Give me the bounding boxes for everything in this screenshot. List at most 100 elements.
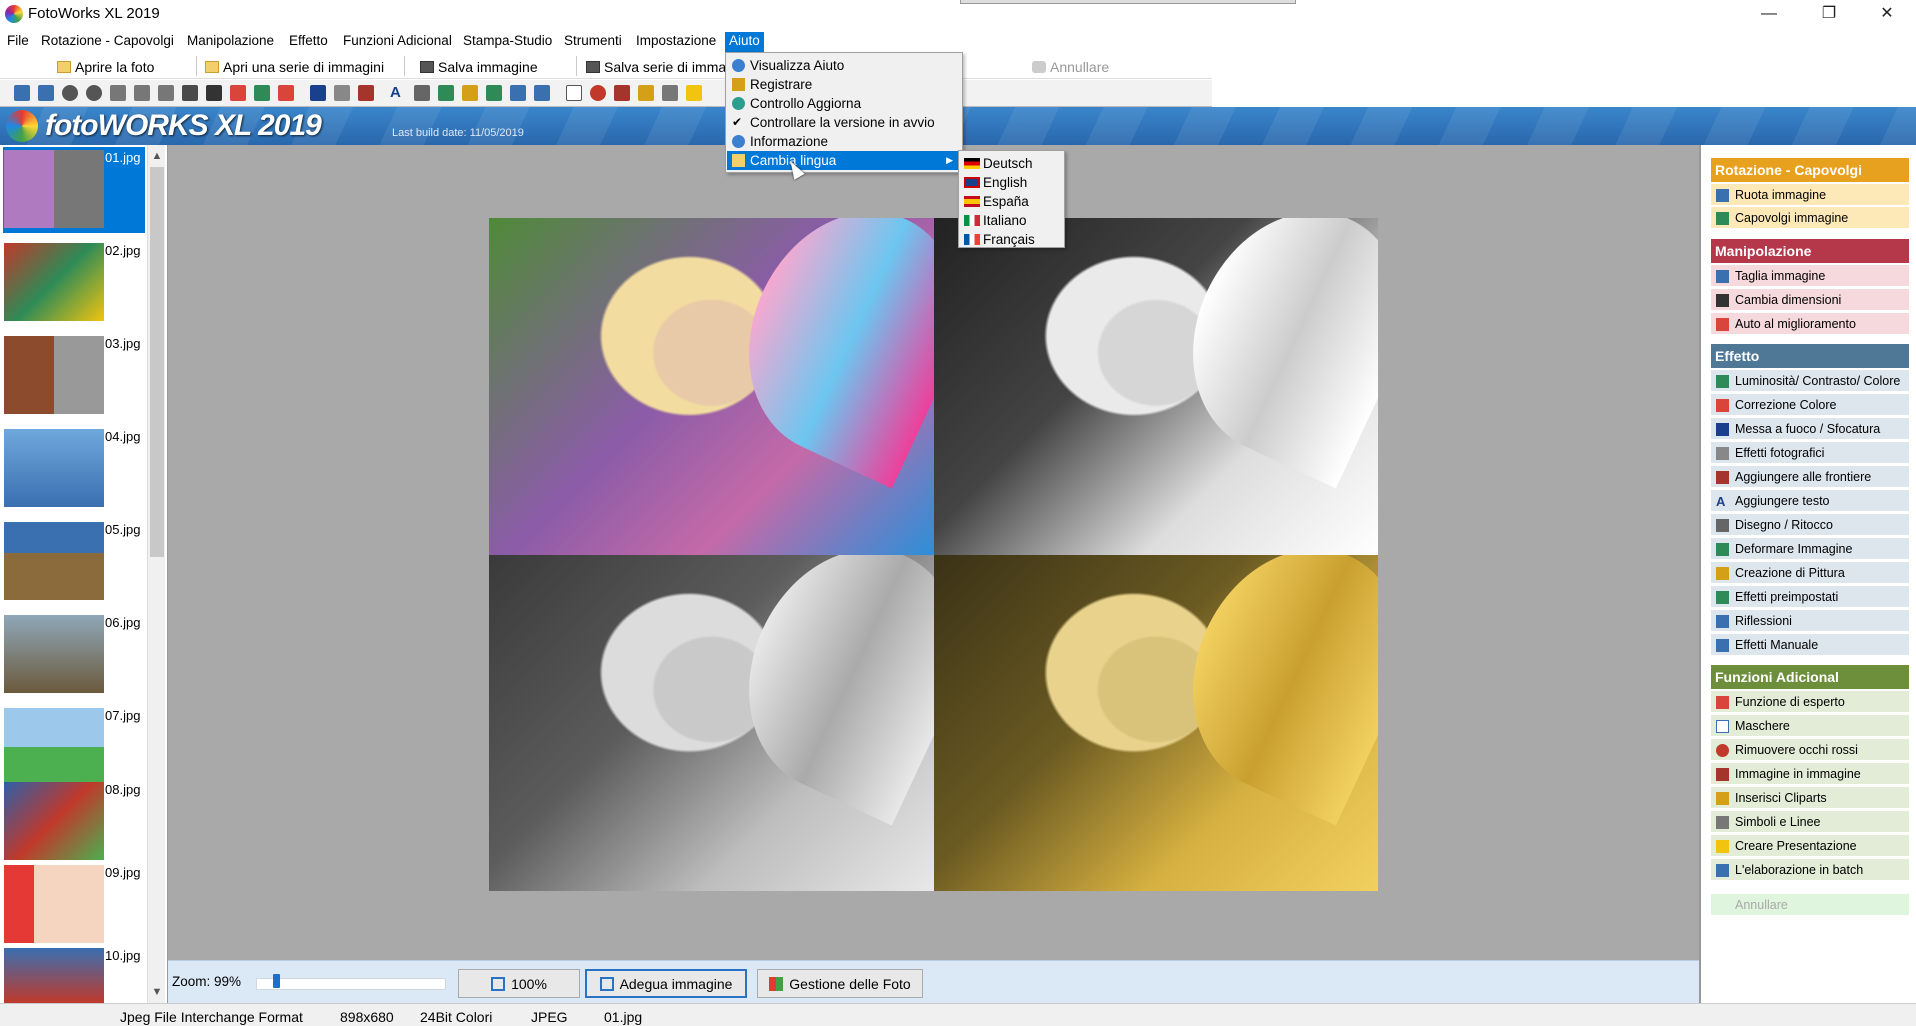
fit-image-button[interactable]: Adegua immagine: [585, 969, 747, 998]
menu-strumenti[interactable]: Strumenti: [560, 33, 626, 53]
presets-icon[interactable]: [486, 85, 502, 101]
color-correction-item[interactable]: Correzione Colore: [1711, 394, 1909, 416]
menu-file[interactable]: File: [3, 33, 33, 53]
menu-controllare-versione[interactable]: ✔ Controllare la versione in avvio: [727, 113, 961, 132]
thumbnail-item[interactable]: 02.jpg: [3, 240, 145, 326]
add-borders-item[interactable]: Aggiungere alle frontiere: [1711, 466, 1909, 488]
manual-effects-item[interactable]: Effetti Manuale: [1711, 634, 1909, 656]
brightness-item[interactable]: Luminosità/ Contrasto/ Colore: [1711, 370, 1909, 392]
mask-icon[interactable]: [566, 85, 582, 101]
language-italiano[interactable]: Italiano: [960, 211, 1063, 230]
menu-funzioni[interactable]: Funzioni Adicional: [339, 33, 456, 53]
symbols-lines-item[interactable]: Simboli e Linee: [1711, 811, 1909, 833]
menu-aiuto[interactable]: Aiuto: [725, 32, 764, 53]
rotate-image-item[interactable]: Ruota immagine: [1711, 184, 1909, 206]
language-english[interactable]: English: [960, 173, 1063, 192]
menu-registrare[interactable]: Registrare: [727, 75, 961, 94]
crop-icon[interactable]: [182, 85, 198, 101]
zoom-100-button[interactable]: 100%: [458, 969, 580, 998]
presentation-item[interactable]: Creare Presentazione: [1711, 835, 1909, 857]
maximize-button[interactable]: ❐: [1806, 0, 1852, 29]
auto-enhance-item[interactable]: Auto al miglioramento: [1711, 313, 1909, 335]
color-correction-icon[interactable]: [278, 85, 294, 101]
thumbnail-item[interactable]: 09.jpg: [3, 862, 145, 948]
thumbnail-item[interactable]: 05.jpg: [3, 519, 145, 605]
menu-cambia-lingua[interactable]: Cambia lingua ▶: [727, 151, 961, 170]
thumbnail-item[interactable]: 01.jpg: [3, 147, 145, 233]
add-text-item[interactable]: A Aggiungere testo: [1711, 490, 1909, 512]
menu-impostazione[interactable]: Impostazione: [632, 33, 720, 53]
close-button[interactable]: ✕: [1864, 0, 1910, 29]
cliparts-item[interactable]: Inserisci Cliparts: [1711, 787, 1909, 809]
resize-icon[interactable]: [206, 85, 222, 101]
deform-image-item[interactable]: Deformare Immagine: [1711, 538, 1909, 560]
menu-manipolazione[interactable]: Manipolazione: [183, 33, 278, 53]
symbols-icon[interactable]: [662, 85, 678, 101]
scroll-down-icon[interactable]: ▼: [148, 983, 166, 1001]
scrollbar-thumb[interactable]: [150, 167, 164, 557]
clipart-icon[interactable]: [638, 85, 654, 101]
rotate-cw-icon[interactable]: [62, 85, 78, 101]
manual-effects-icon[interactable]: [534, 85, 550, 101]
red-eye-icon[interactable]: [590, 85, 606, 101]
batch-processing-item[interactable]: L'elaborazione in batch: [1711, 859, 1909, 881]
reflection-icon[interactable]: [510, 85, 526, 101]
expert-function-item[interactable]: Funzione di esperto: [1711, 691, 1909, 713]
red-eye-item[interactable]: Rimuovere occhi rossi: [1711, 739, 1909, 761]
text-icon[interactable]: A: [390, 85, 406, 101]
photo-effects-item[interactable]: Effetti fotografici: [1711, 442, 1909, 464]
flip-icon[interactable]: [110, 85, 126, 101]
rotate-ccw-icon[interactable]: [86, 85, 102, 101]
thumbnail-item[interactable]: 03.jpg: [3, 333, 145, 419]
manage-photos-button[interactable]: Gestione delle Foto: [757, 969, 923, 998]
undo-button[interactable]: Annullare: [1032, 57, 1109, 77]
draw-icon[interactable]: [414, 85, 430, 101]
menu-informazione[interactable]: Informazione: [727, 132, 961, 151]
reflections-item[interactable]: Riflessioni: [1711, 610, 1909, 632]
thumbnail-scrollbar[interactable]: ▲ ▼: [147, 145, 165, 1003]
undo-panel-button[interactable]: Annullare: [1711, 894, 1909, 916]
presentation-icon[interactable]: [686, 85, 702, 101]
menu-controllo-aggiorna[interactable]: Controllo Aggiorna: [727, 94, 961, 113]
thumbnail-item[interactable]: 10.jpg: [3, 945, 145, 1003]
open-photo-button[interactable]: Aprire la foto: [57, 57, 154, 77]
thumbnail-item[interactable]: 06.jpg: [3, 612, 145, 698]
picture-in-picture-item[interactable]: Immagine in immagine: [1711, 763, 1909, 785]
focus-icon[interactable]: [310, 85, 326, 101]
resize-item[interactable]: Cambia dimensioni: [1711, 289, 1909, 311]
painting-item[interactable]: Creazione di Pittura: [1711, 562, 1909, 584]
thumbnail-item[interactable]: 08.jpg: [3, 779, 145, 865]
picture-in-picture-icon[interactable]: [614, 85, 630, 101]
focus-blur-item[interactable]: Messa a fuoco / Sfocatura: [1711, 418, 1909, 440]
language-francais[interactable]: Français: [960, 230, 1063, 249]
paint-icon[interactable]: [462, 85, 478, 101]
save-series-button[interactable]: Salva serie di imma: [586, 57, 726, 77]
deform-icon[interactable]: [438, 85, 454, 101]
open-series-button[interactable]: Apri una serie di immagini: [205, 57, 384, 77]
save-image-button[interactable]: Salva immagine: [420, 57, 538, 77]
zoom-slider-knob[interactable]: [273, 974, 280, 988]
draw-retouch-item[interactable]: Disegno / Ritocco: [1711, 514, 1909, 536]
rotate-left-icon[interactable]: [14, 85, 30, 101]
language-deutsch[interactable]: Deutsch: [960, 154, 1063, 173]
mirror-icon[interactable]: [134, 85, 150, 101]
thumbnail-item[interactable]: 04.jpg: [3, 426, 145, 512]
scroll-up-icon[interactable]: ▲: [148, 147, 166, 165]
frame-icon[interactable]: [358, 85, 374, 101]
rotate-icon[interactable]: [158, 85, 174, 101]
flip-image-item[interactable]: Capovolgi immagine: [1711, 207, 1909, 229]
minimize-button[interactable]: —: [1746, 0, 1792, 29]
crop-image-item[interactable]: Taglia immagine: [1711, 265, 1909, 287]
menu-stampa[interactable]: Stampa-Studio: [459, 33, 556, 53]
menu-effetto[interactable]: Effetto: [285, 33, 332, 53]
masks-item[interactable]: Maschere: [1711, 715, 1909, 737]
menu-visualizza-aiuto[interactable]: Visualizza Aiuto: [727, 56, 961, 75]
preset-effects-item[interactable]: Effetti preimpostati: [1711, 586, 1909, 608]
zoom-slider[interactable]: [256, 974, 446, 990]
menu-rotazione[interactable]: Rotazione - Capovolgi: [37, 33, 178, 53]
brightness-icon[interactable]: [254, 85, 270, 101]
magic-wand-icon[interactable]: [230, 85, 246, 101]
language-espana[interactable]: España: [960, 192, 1063, 211]
rotate-right-icon[interactable]: [38, 85, 54, 101]
photo-effects-icon[interactable]: [334, 85, 350, 101]
